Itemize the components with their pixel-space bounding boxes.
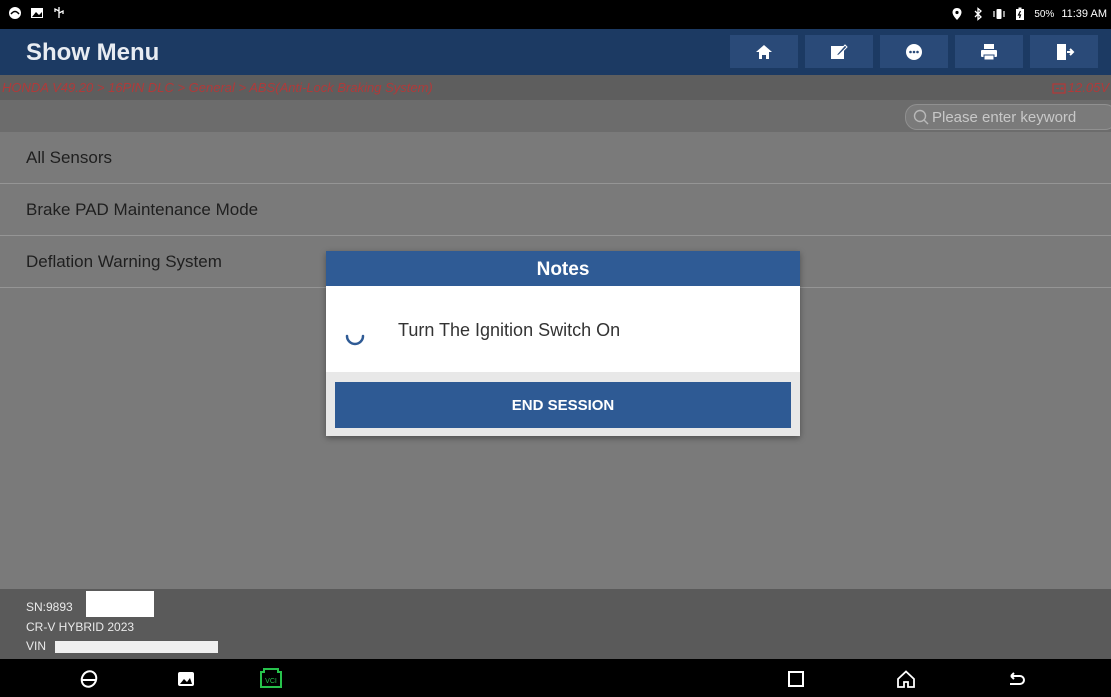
exit-button[interactable]	[1030, 35, 1098, 68]
end-session-button[interactable]: END SESSION	[335, 382, 791, 428]
serial-number: SN:9893	[26, 600, 73, 614]
search-input[interactable]	[932, 108, 1111, 126]
usb-icon	[54, 7, 64, 18]
voltage-value: 12.05V	[1067, 80, 1109, 95]
svg-text:VCI: VCI	[265, 678, 277, 685]
print-icon	[981, 43, 997, 60]
vehicle-info: SN:9893 CR-V HYBRID 2023 VIN	[0, 589, 1111, 659]
image-notification-icon	[31, 8, 43, 18]
vin-label: VIN	[26, 639, 47, 653]
breadcrumb: HONDA V49.20 > 16PIN DLC > General > ABS…	[0, 75, 1111, 100]
loading-spinner-icon	[345, 334, 365, 346]
vibrate-icon	[993, 9, 1005, 19]
exit-icon	[1057, 43, 1075, 60]
home-icon	[756, 44, 772, 59]
home-button[interactable]	[730, 35, 798, 68]
navigation-bar: VCI	[0, 659, 1111, 697]
menu-item-label: All Sensors	[26, 147, 112, 167]
breadcrumb-path: HONDA V49.20 > 16PIN DLC > General > ABS…	[2, 80, 433, 95]
voltage-indicator: 12.05V	[1052, 80, 1109, 95]
menu-item-all-sensors[interactable]: All Sensors	[0, 132, 1111, 184]
location-icon	[952, 8, 962, 20]
notes-dialog: Notes Turn The Ignition Switch On END SE…	[326, 251, 800, 436]
dialog-message: Turn The Ignition Switch On	[398, 320, 621, 340]
vin-redaction	[55, 641, 218, 653]
search-icon	[913, 109, 929, 125]
chat-icon	[906, 43, 922, 60]
battery-percent: 50%	[1034, 8, 1055, 20]
battery-voltage-icon	[1052, 82, 1066, 94]
vci-icon[interactable]: VCI	[258, 666, 284, 690]
app-notification-icon	[9, 7, 21, 19]
menu-item-brake-pad-maintenance[interactable]: Brake PAD Maintenance Mode	[0, 184, 1111, 236]
menu-item-label: Deflation Warning System	[26, 251, 222, 271]
dialog-body: Turn The Ignition Switch On	[326, 286, 800, 372]
home-nav-icon[interactable]	[895, 668, 917, 690]
clock: 11:39 AM	[1061, 8, 1107, 20]
search-bar	[0, 100, 1111, 132]
vehicle-model: CR-V HYBRID 2023	[26, 620, 135, 634]
battery-icon	[1016, 7, 1025, 20]
recent-apps-icon[interactable]	[785, 668, 807, 690]
chat-button[interactable]	[880, 35, 948, 68]
gallery-icon[interactable]	[175, 668, 197, 690]
edit-icon	[831, 43, 848, 59]
search-box[interactable]	[905, 104, 1111, 130]
dialog-title: Notes	[326, 251, 800, 286]
page-title: Show Menu	[26, 39, 160, 66]
back-icon[interactable]	[1005, 668, 1027, 690]
browser-icon[interactable]	[78, 668, 100, 690]
status-bar: 50% 11:39 AM	[0, 0, 1111, 29]
edit-button[interactable]	[805, 35, 873, 68]
redaction-box	[86, 591, 154, 617]
bluetooth-icon	[974, 7, 983, 21]
menu-item-label: Brake PAD Maintenance Mode	[26, 199, 259, 219]
app-header: Show Menu	[0, 29, 1111, 75]
print-button[interactable]	[955, 35, 1023, 68]
